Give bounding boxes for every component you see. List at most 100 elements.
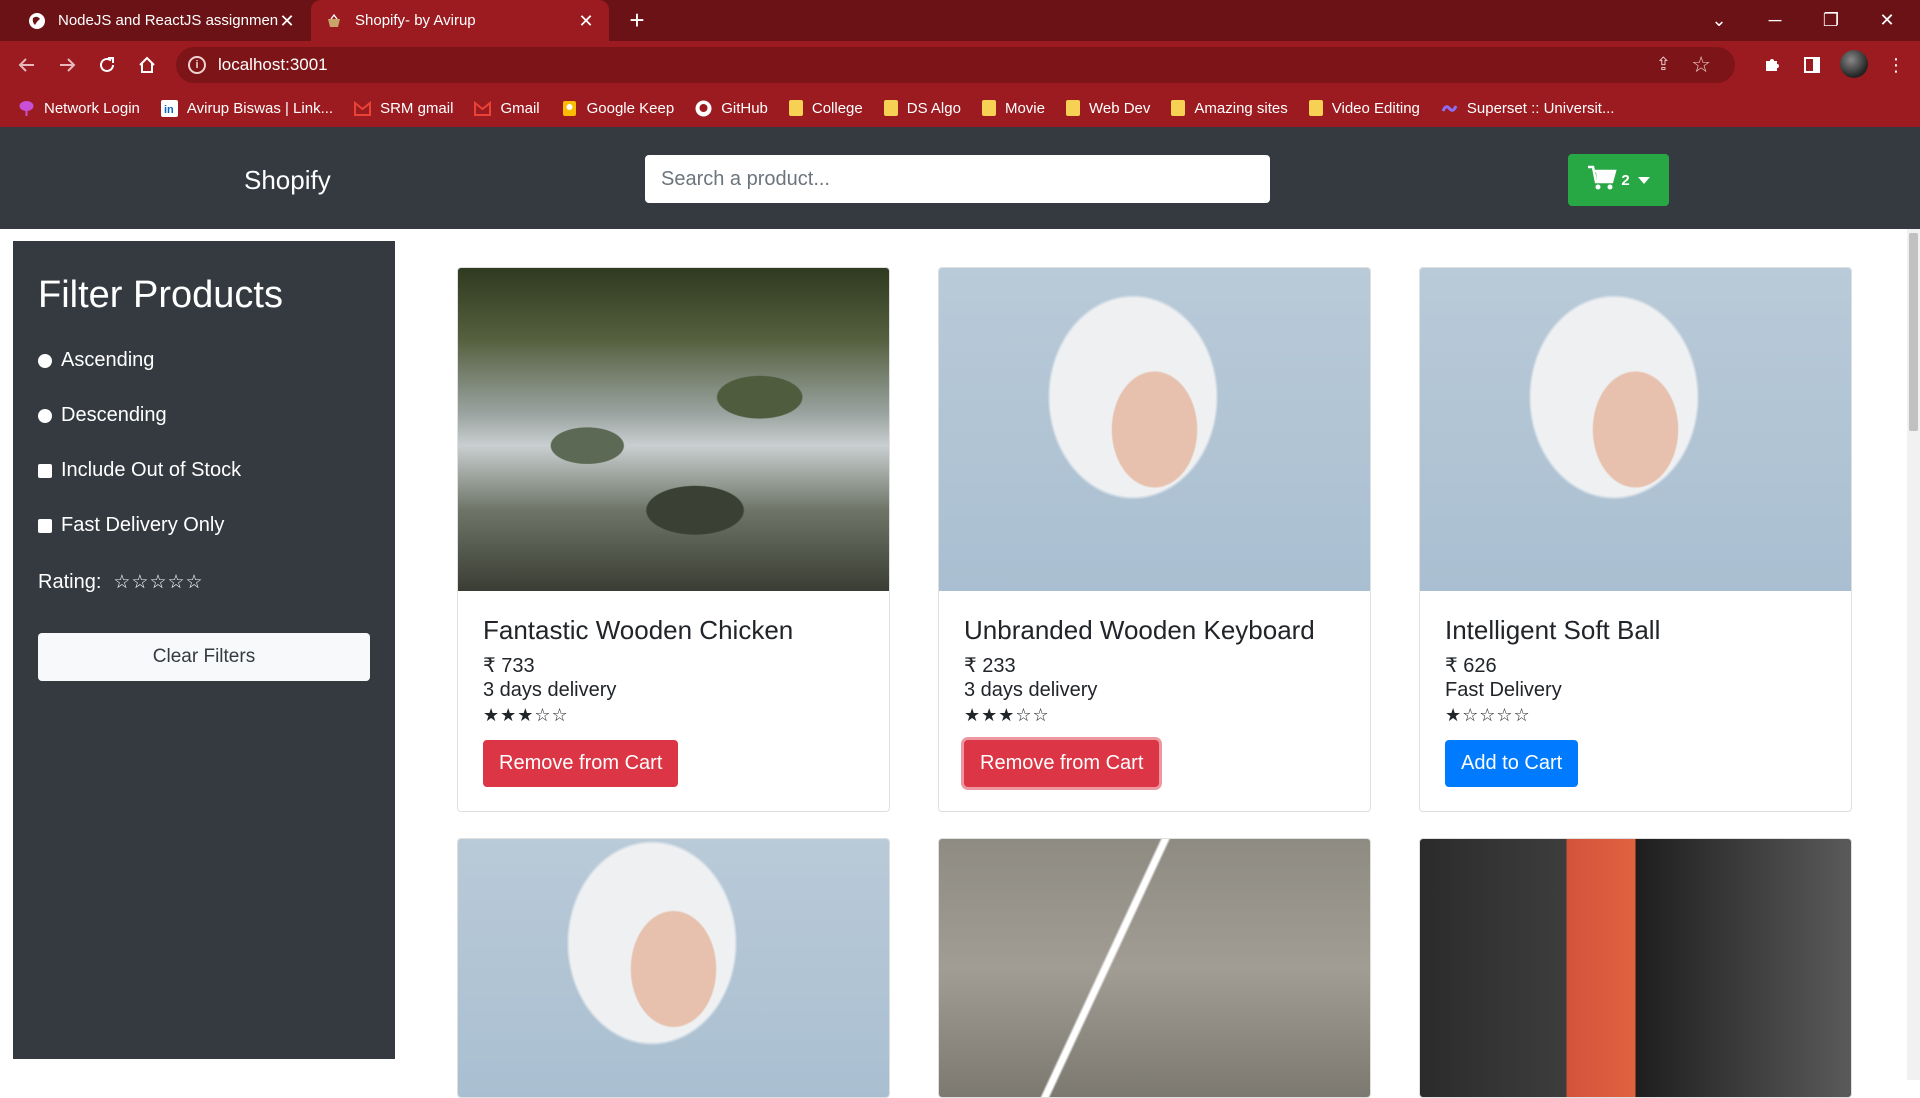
product-image — [939, 839, 1370, 1097]
bookmark-linkedin[interactable]: in Avirup Biswas | Link... — [160, 99, 334, 117]
more-vertical-icon[interactable]: ⋮ — [1882, 51, 1910, 79]
product-image — [939, 268, 1370, 591]
browser-tab[interactable]: NodeJS and ReactJS assignment... ✕ — [14, 0, 310, 41]
gmail-icon — [474, 100, 492, 117]
page-scrollbar-thumb[interactable] — [1909, 233, 1918, 431]
product-card: Intelligent Soft Ball ₹ 626 Fast Deliver… — [1419, 267, 1852, 812]
bookmark-label: SRM gmail — [380, 99, 454, 117]
home-icon[interactable] — [133, 51, 161, 79]
rating-label: Rating: — [38, 571, 102, 593]
cart-count: 2 — [1621, 171, 1630, 189]
descending-radio-option[interactable]: Descending — [38, 404, 167, 427]
remove-from-cart-button[interactable]: Remove from Cart — [964, 740, 1160, 787]
caret-down-icon — [1637, 176, 1650, 184]
folder-icon — [1171, 100, 1186, 116]
new-tab-button[interactable]: + — [623, 6, 651, 34]
bookmark-folder-video-editing[interactable]: Video Editing — [1308, 99, 1420, 117]
bookmark-network-login[interactable]: Network Login — [18, 100, 140, 117]
product-rating-stars: ★★★☆☆ — [964, 705, 1050, 725]
folder-icon — [788, 100, 803, 116]
tab-search-icon[interactable]: ⌄ — [1691, 0, 1747, 41]
side-panel-icon[interactable] — [1798, 51, 1826, 79]
linkedin-icon: in — [160, 99, 178, 117]
extensions-puzzle-icon[interactable] — [1758, 51, 1786, 79]
fast-delivery-label: Fast Delivery Only — [61, 514, 225, 536]
profile-avatar[interactable] — [1840, 50, 1868, 78]
product-image — [1420, 839, 1851, 1097]
product-rating-stars: ★☆☆☆☆ — [1445, 705, 1531, 725]
include-out-of-stock-checkbox[interactable] — [38, 463, 52, 478]
ascending-radio-option[interactable]: Ascending — [38, 349, 154, 372]
shopping-basket-icon — [325, 12, 343, 30]
bookmark-label: College — [811, 99, 863, 117]
close-tab-icon[interactable]: ✕ — [278, 12, 296, 30]
share-icon[interactable]: ⇪ — [1656, 54, 1671, 75]
bookmark-label: Movie — [1004, 99, 1045, 117]
minimize-icon[interactable]: ─ — [1747, 0, 1803, 41]
brand-logo-text[interactable]: Shopify — [244, 165, 331, 196]
product-name: Unbranded Wooden Keyboard — [964, 615, 1315, 645]
bookmark-folder-college[interactable]: College — [788, 99, 863, 117]
bookmark-google-keep[interactable]: Google Keep — [561, 99, 675, 117]
folder-icon — [981, 100, 996, 116]
product-card — [938, 838, 1371, 1098]
bookmark-srm-gmail[interactable]: SRM gmail — [354, 100, 453, 117]
bookmark-label: Web Dev — [1088, 99, 1151, 117]
window-close-icon[interactable]: ✕ — [1859, 0, 1915, 41]
close-tab-icon[interactable]: ✕ — [577, 12, 595, 30]
keep-icon — [561, 100, 578, 117]
tab-title: Shopify- by Avirup — [355, 12, 476, 29]
gmail-icon — [354, 100, 372, 117]
bookmark-star-icon[interactable]: ☆ — [1691, 52, 1711, 78]
superset-icon — [1441, 100, 1458, 117]
filter-title: Filter Products — [38, 274, 283, 316]
product-image — [458, 839, 889, 1097]
url-text: localhost:3001 — [218, 55, 328, 74]
folder-icon — [1308, 100, 1323, 116]
reload-icon[interactable] — [93, 51, 121, 79]
product-price: ₹ 626 — [1445, 655, 1497, 677]
include-out-of-stock-label: Include Out of Stock — [61, 459, 242, 481]
product-card — [457, 838, 890, 1098]
bookmark-folder-amazing-sites[interactable]: Amazing sites — [1171, 100, 1288, 117]
descending-radio[interactable] — [38, 408, 52, 423]
product-image — [458, 268, 889, 591]
product-card — [1419, 838, 1852, 1098]
browser-toolbar: i localhost:3001 ⇪ ☆ ⋮ — [0, 41, 1920, 89]
forward-arrow-icon[interactable] — [53, 51, 81, 79]
product-delivery: Fast Delivery — [1445, 679, 1562, 701]
site-info-icon[interactable]: i — [188, 56, 206, 74]
fast-delivery-option[interactable]: Fast Delivery Only — [38, 514, 224, 537]
bookmark-folder-ds-algo[interactable]: DS Algo — [883, 100, 961, 117]
browser-tab-active[interactable]: Shopify- by Avirup ✕ — [311, 0, 609, 41]
search-input[interactable] — [645, 155, 1270, 203]
remove-from-cart-button[interactable]: Remove from Cart — [483, 740, 679, 787]
cart-dropdown-button[interactable]: 2 — [1568, 154, 1669, 206]
product-card: Unbranded Wooden Keyboard ₹ 233 3 days d… — [938, 267, 1371, 812]
bookmark-folder-web-dev[interactable]: Web Dev — [1065, 99, 1151, 117]
bookmark-label: Video Editing — [1331, 99, 1420, 117]
bookmark-superset[interactable]: Superset :: Universit... — [1441, 99, 1615, 117]
globe-icon — [28, 12, 46, 30]
network-icon — [18, 100, 35, 117]
back-arrow-icon[interactable] — [13, 51, 41, 79]
bookmarks-bar: Network Login in Avirup Biswas | Link...… — [0, 89, 1920, 127]
bookmark-folder-movie[interactable]: Movie — [981, 99, 1045, 117]
ascending-radio[interactable] — [38, 353, 52, 368]
product-price: ₹ 733 — [483, 655, 535, 677]
restore-icon[interactable]: ❐ — [1803, 0, 1859, 41]
bookmark-label: Superset :: Universit... — [1466, 99, 1615, 117]
add-to-cart-button[interactable]: Add to Cart — [1445, 740, 1579, 787]
bookmark-label: Google Keep — [586, 99, 675, 117]
browser-tab-strip: NodeJS and ReactJS assignment... ✕ Shopi… — [0, 0, 1920, 41]
rating-stars[interactable]: ☆☆☆☆☆ — [113, 571, 203, 594]
bookmark-github[interactable]: GitHub — [695, 100, 768, 117]
bookmark-gmail[interactable]: Gmail — [474, 100, 540, 117]
fast-delivery-checkbox[interactable] — [38, 518, 52, 533]
address-bar[interactable]: i localhost:3001 ⇪ ☆ — [176, 47, 1735, 83]
include-out-of-stock-option[interactable]: Include Out of Stock — [38, 459, 241, 482]
clear-filters-button[interactable]: Clear Filters — [38, 633, 370, 681]
product-delivery: 3 days delivery — [964, 679, 1098, 701]
rating-filter: Rating: ☆☆☆☆☆ — [38, 571, 204, 594]
bookmark-label: Avirup Biswas | Link... — [186, 99, 334, 117]
